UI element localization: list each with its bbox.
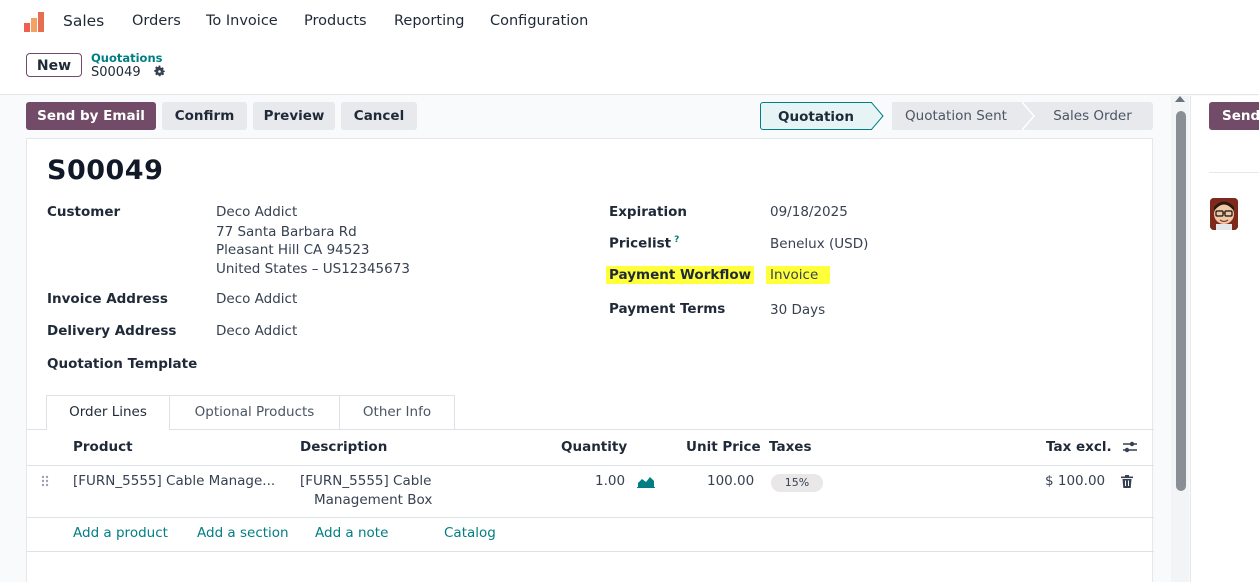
menu-orders[interactable]: Orders	[132, 13, 181, 29]
form-sheet: S00049 Customer Deco Addict 77 Santa Bar…	[26, 138, 1154, 582]
order-lines-header: Product Description Quantity Unit Price …	[27, 430, 1154, 466]
scroll-up-arrow[interactable]	[1175, 96, 1185, 102]
scrollbar-thumb[interactable]	[1176, 111, 1186, 491]
column-unit-price[interactable]: Unit Price	[686, 439, 761, 455]
quotation-template-field[interactable]	[216, 356, 416, 374]
line-product[interactable]: [FURN_5555] Cable Manage...	[73, 473, 275, 489]
menu-configuration[interactable]: Configuration	[490, 13, 588, 29]
delivery-address-field[interactable]: Deco Addict	[216, 323, 297, 339]
sales-app-icon[interactable]	[24, 12, 50, 32]
tab-other-info[interactable]: Other Info	[340, 395, 455, 429]
customer-street: 77 Santa Barbara Rd	[216, 224, 357, 240]
trash-icon[interactable]	[1121, 475, 1133, 492]
menu-products[interactable]: Products	[304, 13, 367, 29]
menu-to-invoice[interactable]: To Invoice	[206, 13, 278, 29]
line-description-2: Management Box	[314, 492, 433, 508]
cancel-button[interactable]: Cancel	[341, 102, 417, 130]
top-navbar: Sales Orders To Invoice Products Reporti…	[0, 0, 1259, 46]
add-line-links: Add a product Add a section Add a note C…	[27, 517, 1154, 552]
customer-city: Pleasant Hill CA 94523	[216, 242, 370, 258]
app-name[interactable]: Sales	[63, 12, 104, 30]
line-quantity[interactable]: 1.00	[595, 473, 625, 489]
avatar[interactable]	[1210, 198, 1238, 230]
send-by-email-button[interactable]: Send by Email	[26, 102, 156, 130]
column-tax-excl[interactable]: Tax excl.	[1046, 439, 1112, 455]
stage-quotation-sent[interactable]: Quotation Sent	[886, 102, 1026, 130]
tab-order-lines[interactable]: Order Lines	[46, 395, 170, 430]
pricelist-label: Pricelist?	[609, 235, 680, 252]
expiration-label: Expiration	[609, 204, 687, 220]
expiration-field[interactable]: 09/18/2025	[770, 204, 848, 220]
confirm-button[interactable]: Confirm	[162, 102, 247, 130]
add-note-link[interactable]: Add a note	[315, 525, 388, 541]
customer-name[interactable]: Deco Addict	[216, 204, 297, 220]
line-subtotal: $ 100.00	[1045, 473, 1106, 489]
tab-optional-products[interactable]: Optional Products	[170, 395, 340, 429]
forecast-chart-icon[interactable]	[637, 475, 655, 492]
breadcrumb-current: S00049	[91, 65, 141, 80]
preview-button[interactable]: Preview	[253, 102, 335, 130]
payment-workflow-field[interactable]: Invoice	[766, 266, 830, 284]
line-description-1[interactable]: [FURN_5555] Cable	[300, 473, 431, 489]
status-bar: Send by Email Confirm Preview Cancel Quo…	[26, 102, 1153, 130]
customer-country: United States – US12345673	[216, 261, 410, 277]
notebook-tabs: Order Lines Optional Products Other Info	[27, 395, 1154, 430]
record-name: S00049	[47, 155, 164, 186]
tax-badge[interactable]: 15%	[771, 474, 823, 492]
new-button[interactable]: New	[26, 53, 82, 77]
delivery-address-label: Delivery Address	[47, 323, 177, 339]
chatter-send-message-button[interactable]: Send	[1209, 102, 1259, 130]
stage-sales-order[interactable]: Sales Order	[1034, 102, 1151, 130]
column-taxes[interactable]: Taxes	[769, 439, 811, 455]
add-product-link[interactable]: Add a product	[73, 525, 168, 541]
pricelist-field[interactable]: Benelux (USD)	[770, 236, 868, 252]
quotation-template-label: Quotation Template	[47, 356, 198, 372]
add-section-link[interactable]: Add a section	[197, 525, 289, 541]
drag-handle-icon[interactable]	[41, 475, 49, 491]
payment-terms-label: Payment Terms	[609, 301, 726, 317]
help-tooltip-icon[interactable]: ?	[674, 235, 679, 245]
payment-workflow-label: Payment Workflow	[606, 266, 755, 284]
gear-icon[interactable]	[153, 65, 166, 82]
line-unit-price[interactable]: 100.00	[707, 473, 754, 489]
menu-reporting[interactable]: Reporting	[394, 13, 465, 29]
invoice-address-field[interactable]: Deco Addict	[216, 291, 297, 307]
optional-columns-icon[interactable]	[1122, 440, 1138, 458]
stage-quotation[interactable]: Quotation	[760, 102, 872, 130]
control-panel: New Quotations S00049	[0, 46, 1259, 95]
column-quantity[interactable]: Quantity	[561, 439, 627, 455]
table-row[interactable]: [FURN_5555] Cable Manage... [FURN_5555] …	[27, 465, 1154, 518]
customer-label: Customer	[47, 204, 121, 220]
breadcrumb-quotations[interactable]: Quotations	[91, 51, 163, 65]
column-product[interactable]: Product	[73, 439, 133, 455]
stage-arrow	[871, 102, 884, 130]
payment-terms-field[interactable]: 30 Days	[770, 302, 825, 318]
catalog-link[interactable]: Catalog	[444, 525, 496, 541]
column-description[interactable]: Description	[300, 439, 387, 455]
chatter-panel	[1190, 96, 1259, 582]
chatter-divider	[1209, 172, 1259, 173]
invoice-address-label: Invoice Address	[47, 291, 168, 307]
